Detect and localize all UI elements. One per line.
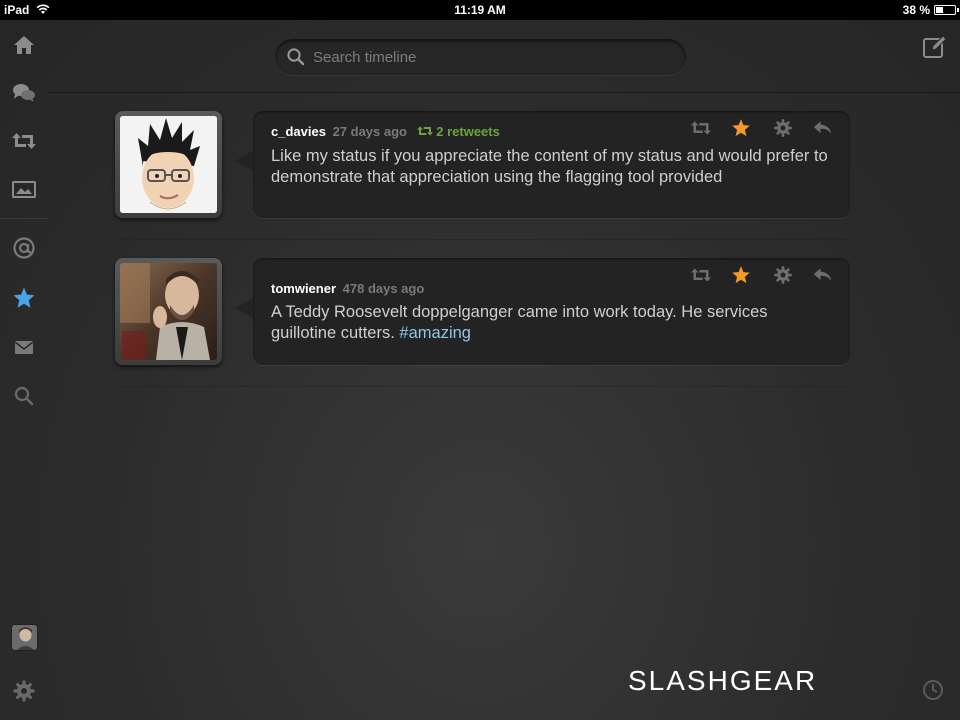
retweet-icon [12,133,36,149]
tweet-actions [688,263,838,287]
favorite-button[interactable] [728,116,754,140]
status-time: 11:19 AM [454,3,506,17]
tweet-text-body: A Teddy Roosevelt doppelganger came into… [271,303,768,342]
tweet-item[interactable]: c_davies 27 days ago 2 retweets Like my … [115,111,850,218]
reply-icon [813,121,832,134]
tweet-bubble: tomwiener 478 days ago A Teddy Roosevelt… [235,258,850,365]
status-bar: iPad 11:19 AM 38 % [0,0,960,20]
divider [115,386,850,387]
sidebar-item-search[interactable] [9,381,39,411]
retweet-button[interactable] [688,263,714,287]
reply-button[interactable] [810,263,836,287]
tweet-avatar[interactable] [115,111,222,218]
battery-icon [934,5,959,15]
avatar-image-cartoon [120,116,217,213]
star-icon [13,287,35,308]
tweet-username[interactable]: c_davies [271,124,326,139]
retweet-count[interactable]: 2 retweets [416,124,500,139]
app-window: c_davies 27 days ago 2 retweets Like my … [0,20,960,720]
sidebar-item-media[interactable] [9,174,39,204]
tweet-timestamp: 478 days ago [342,281,425,296]
envelope-icon [14,341,34,354]
avatar-image-photo [120,263,217,360]
tweet-item[interactable]: tomwiener 478 days ago A Teddy Roosevelt… [115,258,850,365]
divider [115,239,850,240]
search-icon [287,48,305,66]
retweet-icon [691,121,711,135]
account-avatar[interactable] [11,624,38,651]
tweet-meta: c_davies 27 days ago 2 retweets [271,124,500,139]
tweet-options-button[interactable] [770,116,796,140]
sidebar-item-retweets[interactable] [9,126,39,156]
tweet-timestamp: 27 days ago [332,124,407,139]
home-icon [14,36,34,54]
retweet-icon [691,268,711,282]
gear-icon [13,680,35,702]
sidebar [0,20,48,720]
watermark-logo: SLASHGEAR [628,665,818,696]
sidebar-item-mentions[interactable] [9,233,39,263]
star-icon [732,119,750,137]
sidebar-item-messages[interactable] [9,332,39,362]
tweet-bubble: c_davies 27 days ago 2 retweets Like my … [235,111,850,218]
star-icon [732,266,750,284]
sidebar-item-home[interactable] [9,30,39,60]
tweet-actions [688,116,838,140]
divider [48,92,960,93]
tweet-username[interactable]: tomwiener [271,281,336,296]
reply-icon [813,268,832,281]
tweet-text: A Teddy Roosevelt doppelganger came into… [271,302,831,344]
user-avatar-icon [12,625,37,650]
photo-icon [12,181,36,198]
retweet-small-icon [416,126,433,136]
tweet-options-button[interactable] [770,263,796,287]
tweet-avatar[interactable] [115,258,222,365]
gear-icon [774,266,792,284]
gear-icon [774,119,792,137]
retweet-count-label: 2 retweets [436,124,500,139]
sidebar-item-settings[interactable] [9,676,39,706]
at-sign-icon [13,237,35,259]
compose-icon[interactable] [922,34,948,60]
search-bar [275,39,686,75]
clock-icon[interactable] [922,679,944,701]
battery-percent: 38 % [902,3,930,17]
sidebar-item-favorites[interactable] [9,283,39,313]
retweet-button[interactable] [688,116,714,140]
tweet-meta: tomwiener 478 days ago [271,281,424,296]
tweet-text: Like my status if you appreciate the con… [271,147,828,186]
reply-button[interactable] [810,116,836,140]
hashtag-link[interactable]: #amazing [399,324,471,342]
sidebar-item-conversations[interactable] [9,78,39,108]
search-input[interactable] [313,39,673,75]
chat-bubbles-icon [13,84,35,102]
magnifier-icon [14,386,34,406]
favorite-button[interactable] [728,263,754,287]
